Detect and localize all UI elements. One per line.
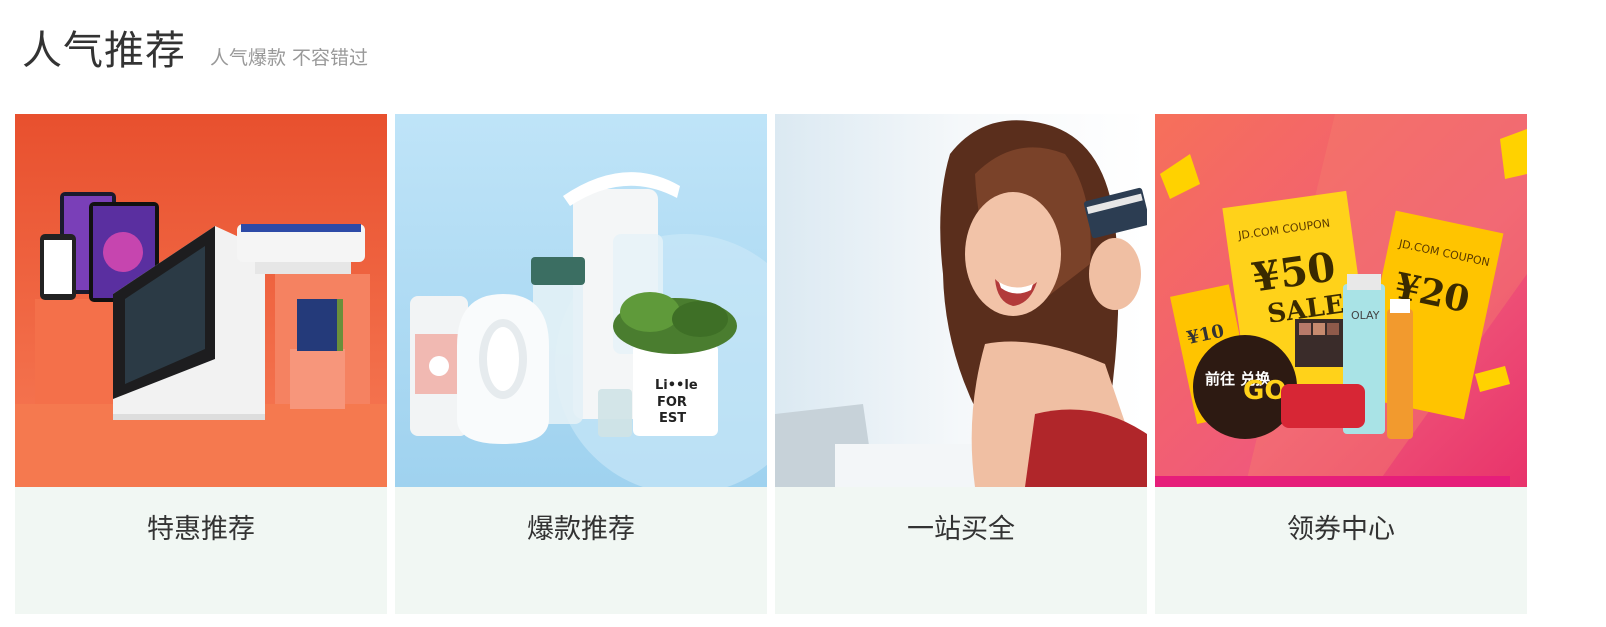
svg-text:EST: EST [659, 411, 686, 426]
coupon-center-image[interactable]: ¥10 JD.COM COUPON ¥50 SALE JD.COM COUPON… [1155, 114, 1527, 487]
card-special-offers[interactable]: 特惠推荐 [15, 114, 387, 614]
section-subtitle: 人气爆款 不容错过 [210, 47, 369, 69]
card-label-one-stop-shop: 一站买全 [907, 514, 1015, 545]
card-label-hot-items: 爆款推荐 [527, 514, 635, 545]
svg-text:FOR: FOR [657, 395, 687, 410]
card-hot-items[interactable]: Li••le FOR EST 爆款推荐 [395, 114, 767, 614]
card-label-special-offers: 特惠推荐 [147, 514, 255, 545]
card-coupon-center[interactable]: ¥10 JD.COM COUPON ¥50 SALE JD.COM COUPON… [1155, 114, 1527, 614]
shopping-woman-image[interactable] [775, 114, 1147, 487]
go-text: GO [1243, 376, 1286, 406]
card-list: 特惠推荐 Li••le FOR EST 爆款推荐 一站买全 ¥10 JD.COM… [15, 114, 1527, 614]
olay-brand-text: OLAY [1351, 309, 1380, 322]
card-one-stop-shop[interactable]: 一站买全 [775, 114, 1147, 614]
svg-text:Li••le: Li••le [655, 378, 698, 393]
home-appliances-image[interactable]: Li••le FOR EST [395, 114, 767, 487]
section-header: 人气推荐 人气爆款 不容错过 [22, 18, 368, 76]
popular-recommend-section: 人气推荐 人气爆款 不容错过 特惠推荐 Li••le FOR EST 爆款推荐 … [0, 0, 1606, 627]
card-label-coupon-center: 领券中心 [1287, 514, 1395, 545]
electronics-image[interactable] [15, 114, 387, 487]
section-title: 人气推荐 [22, 28, 186, 74]
